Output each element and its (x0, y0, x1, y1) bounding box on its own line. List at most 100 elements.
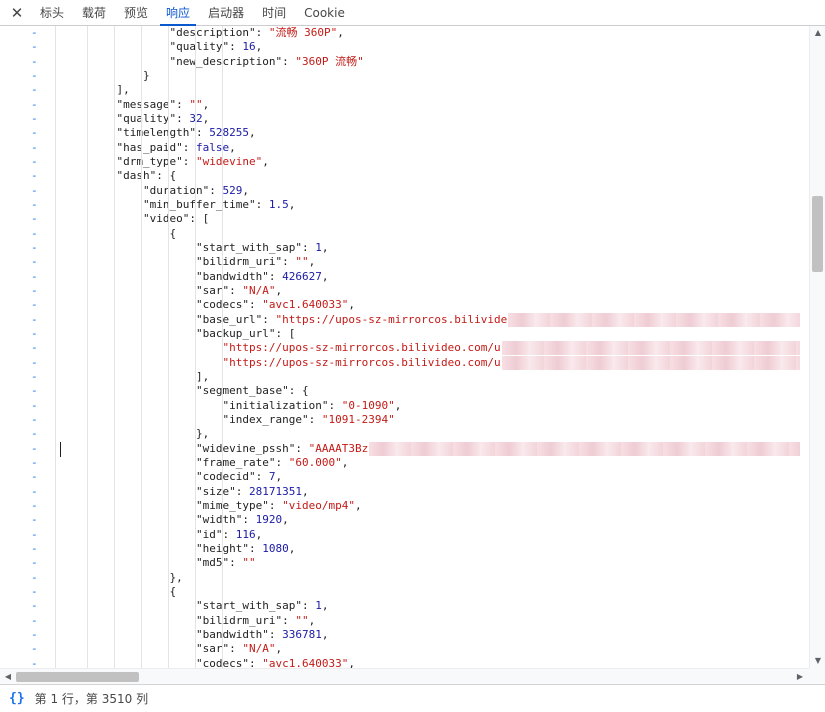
redacted-value (369, 441, 800, 456)
diff-marker: - (31, 54, 38, 68)
code-text: "codecid": 7, (196, 470, 283, 484)
code-line: - "bilidrm_uri": "", (0, 255, 809, 269)
vertical-scrollbar[interactable]: ▲ ▼ (809, 26, 825, 668)
code-text: "quality": 16, (169, 40, 263, 54)
scroll-up-icon[interactable]: ▲ (810, 28, 825, 38)
code-text: "initialization": "0-1090", (222, 398, 402, 412)
code-text: ], (116, 83, 130, 97)
code-line: - "start_with_sap": 1, (0, 241, 809, 255)
diff-marker: - (31, 341, 38, 355)
indent-guide (141, 26, 142, 668)
tab-initiator[interactable]: 启动器 (202, 0, 256, 25)
indent-guide (114, 26, 115, 668)
tab-response[interactable]: 响应 (160, 0, 202, 26)
tab-timing[interactable]: 时间 (256, 0, 298, 25)
text-cursor (60, 441, 61, 457)
code-line: -}, (0, 571, 809, 585)
diff-marker: - (31, 240, 38, 254)
response-tab-bar: ✕ 标头 载荷 预览 响应 启动器 时间 Cookie (0, 0, 825, 26)
code-line: - "timelength": 528255, (0, 126, 809, 140)
code-text: "https://upos-sz-mirrorcos.bilivideo.com… (222, 341, 501, 355)
code-text: "base_url": "https://upos-sz-mirrorcos.b… (196, 312, 508, 326)
code-line: - "codecid": 7, (0, 470, 809, 484)
diff-marker: - (31, 111, 38, 125)
close-icon[interactable]: ✕ (0, 0, 34, 25)
diff-marker: - (31, 197, 38, 211)
code-text: "segment_base": { (196, 384, 309, 398)
code-line: - "https://upos-sz-mirrorcos.bilivideo.co… (0, 341, 809, 356)
diff-marker: - (31, 140, 38, 154)
code-line: - "drm_type": "widevine", (0, 155, 809, 169)
diff-marker: - (31, 154, 38, 168)
code-text: "video": [ (143, 212, 210, 226)
scroll-right-icon[interactable]: ▶ (792, 672, 808, 682)
code-line: - "size": 28171351, (0, 485, 809, 499)
code-line: - "index_range": "1091-2394" (0, 413, 809, 427)
indent-guide (168, 26, 169, 668)
code-text: } (143, 68, 150, 82)
diff-marker: - (31, 656, 38, 668)
diff-marker: - (31, 269, 38, 283)
diff-marker: - (31, 298, 38, 312)
diff-marker: - (31, 455, 38, 469)
code-text: "md5": "" (196, 556, 256, 570)
code-line: - "start_with_sap": 1, (0, 599, 809, 613)
code-text: "bandwidth": 336781, (196, 627, 329, 641)
diff-marker: - (31, 484, 38, 498)
code-text: "timelength": 528255, (116, 126, 256, 140)
code-text: "has_paid": false, (116, 140, 236, 154)
diff-marker: - (31, 183, 38, 197)
tab-preview[interactable]: 预览 (118, 0, 160, 25)
diff-marker: - (31, 226, 38, 240)
code-line: - "mime_type": "video/mp4", (0, 499, 809, 513)
code-text: "https://upos-sz-mirrorcos.bilivideo.com… (222, 355, 501, 369)
tab-payload[interactable]: 载荷 (76, 0, 118, 25)
code-line: - "duration": 529, (0, 184, 809, 198)
code-text: "id": 116, (196, 527, 263, 541)
diff-marker: - (31, 441, 38, 455)
code-line: -} (0, 69, 809, 83)
code-text: "sar": "N/A", (196, 642, 283, 656)
code-text: "drm_type": "widevine", (116, 154, 269, 168)
code-line: - "min_buffer_time": 1.5, (0, 198, 809, 212)
code-text: "start_with_sap": 1, (196, 599, 329, 613)
diff-marker: - (31, 68, 38, 82)
scroll-down-icon[interactable]: ▼ (810, 656, 825, 666)
code-line: - "widevine_pssh": "AAAAT3Bz (0, 441, 809, 457)
horizontal-scroll-thumb[interactable] (16, 672, 139, 682)
code-line: - "bilidrm_uri": "", (0, 614, 809, 628)
code-line: - "md5": "" (0, 556, 809, 570)
tab-headers[interactable]: 标头 (34, 0, 76, 25)
code-text: "index_range": "1091-2394" (222, 412, 395, 426)
diff-marker: - (31, 627, 38, 641)
code-line: -{ (0, 585, 809, 599)
code-line: - "https://upos-sz-mirrorcos.bilivideo.co… (0, 355, 809, 370)
diff-marker: - (31, 384, 38, 398)
tab-cookies[interactable]: Cookie (298, 0, 357, 25)
code-line: - "frame_rate": "60.000", (0, 456, 809, 470)
diff-marker: - (31, 412, 38, 426)
diff-marker: - (31, 26, 38, 39)
code-line: -], (0, 370, 809, 384)
diff-marker: - (31, 599, 38, 613)
diff-marker: - (31, 527, 38, 541)
code-line: - "bandwidth": 426627, (0, 270, 809, 284)
vertical-scroll-thumb[interactable] (812, 196, 823, 272)
code-line: - "height": 1080, (0, 542, 809, 556)
response-code-viewer[interactable]: - "description": "流畅 360P", - "quality": 16… (0, 26, 809, 668)
code-text: "min_buffer_time": 1.5, (143, 197, 296, 211)
pretty-print-icon[interactable]: {} (9, 691, 25, 706)
code-line: - "description": "流畅 360P", (0, 26, 809, 40)
diff-marker: - (31, 97, 38, 111)
code-text: "codecs": "avc1.640033", (196, 298, 355, 312)
code-line: -}, (0, 427, 809, 441)
diff-marker: - (31, 283, 38, 297)
scroll-left-icon[interactable]: ◀ (0, 672, 16, 682)
code-line: - "quality": 32, (0, 112, 809, 126)
diff-marker: - (31, 470, 38, 484)
code-line: - "sar": "N/A", (0, 284, 809, 298)
cursor-position: 第 1 行，第 3510 列 (34, 692, 149, 706)
diff-marker: - (31, 126, 38, 140)
horizontal-scrollbar[interactable]: ◀ ▶ (0, 668, 809, 684)
code-line: - "new_description": "360P 流畅" (0, 55, 809, 69)
